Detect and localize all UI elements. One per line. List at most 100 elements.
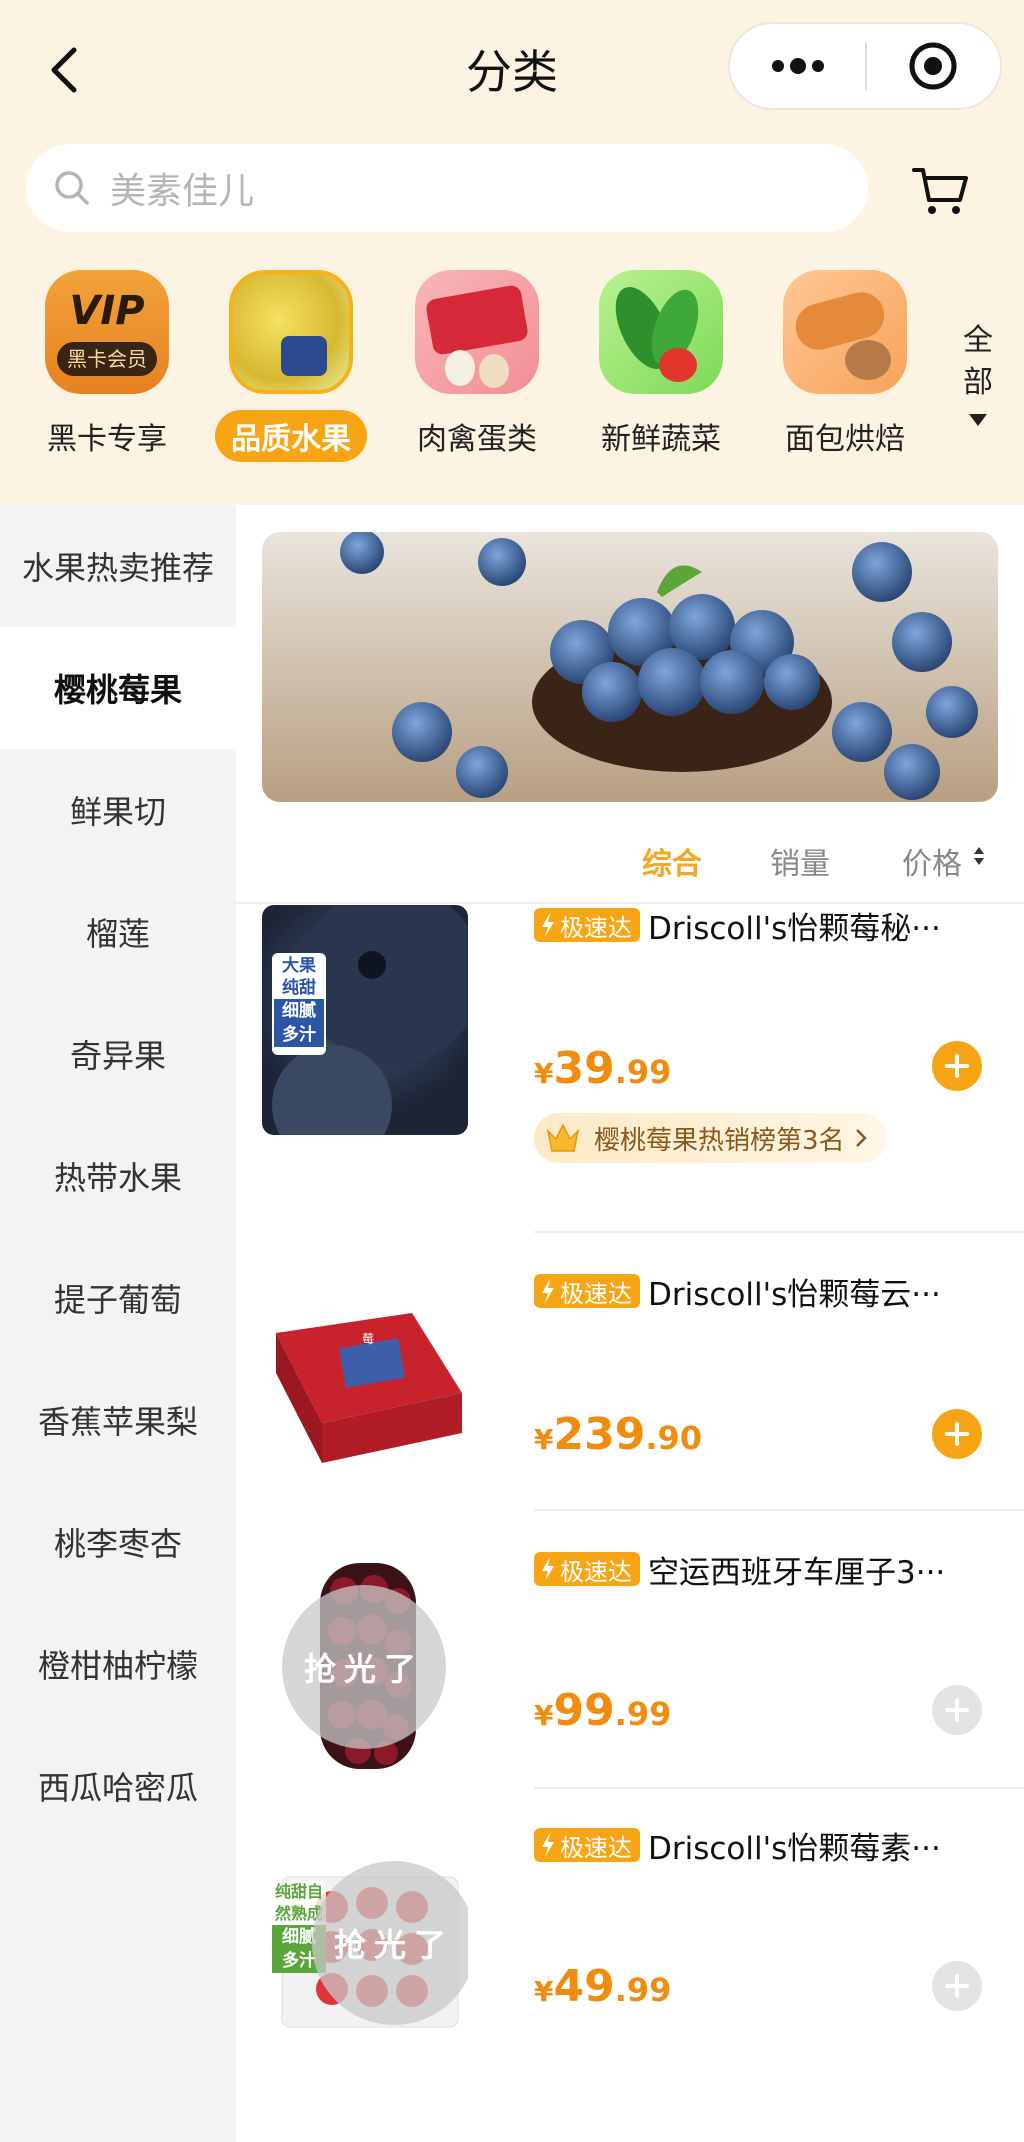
all-categories-button[interactable]: 全 部 [958, 320, 998, 426]
express-label: 极速达 [560, 913, 632, 942]
sidebar-item-tropical[interactable]: 热带水果 [0, 1115, 236, 1237]
sort-overall[interactable]: 综合 [642, 839, 702, 883]
sidebar-item-citrus[interactable]: 橙柑柚柠檬 [0, 1603, 236, 1725]
sidebar-item-label: 西瓜哈密瓜 [37, 1769, 198, 1807]
product-image: 大果 纯甜 细腻 多汁 [262, 905, 468, 1135]
badge-text: 多汁 [274, 1023, 324, 1047]
sold-out-overlay: 抢光了 [282, 1585, 446, 1749]
divider [534, 1509, 1024, 1511]
category-fruit[interactable]: 品质水果 [206, 270, 376, 462]
plus-icon [945, 1054, 969, 1078]
price-integer: 99 [553, 1685, 615, 1736]
sidebar-item-berries[interactable]: 樱桃莓果 [0, 627, 236, 749]
price-decimal: .90 [645, 1419, 703, 1457]
crown-icon [546, 1123, 580, 1152]
add-to-cart-button-disabled[interactable] [932, 1961, 982, 2011]
divider [534, 1231, 1024, 1233]
price-integer: 39 [553, 1043, 615, 1094]
product-name: Driscoll's怡颗莓素··· [648, 1830, 941, 1867]
mini-program-capsule [728, 22, 1002, 110]
category-sidebar: 水果热卖推荐 樱桃莓果 鲜果切 榴莲 奇异果 热带水果 提子葡萄 香蕉苹果梨 桃… [0, 505, 236, 2142]
product-image: 莓 [262, 1273, 468, 1503]
sidebar-item-hot[interactable]: 水果热卖推荐 [0, 505, 236, 627]
sidebar-item-banana-apple[interactable]: 香蕉苹果梨 [0, 1359, 236, 1481]
search-input[interactable]: 美素佳儿 [26, 144, 868, 232]
plus-icon [945, 1974, 969, 1998]
express-badge: 极速达 [534, 1552, 640, 1586]
category-meat[interactable]: 肉禽蛋类 [392, 270, 562, 462]
sidebar-item-melon[interactable]: 西瓜哈密瓜 [0, 1725, 236, 1847]
express-label: 极速达 [560, 1557, 632, 1586]
vip-card-icon: VIP 黑卡会员 [45, 270, 169, 394]
category-label: 品质水果 [215, 410, 367, 462]
price-currency: ¥ [534, 1423, 554, 1456]
add-to-cart-button[interactable] [932, 1041, 982, 1091]
lightning-icon [542, 1279, 554, 1303]
plus-icon [945, 1698, 969, 1722]
product-name: 空运西班牙车厘子3··· [648, 1554, 946, 1591]
sidebar-item-kiwi[interactable]: 奇异果 [0, 993, 236, 1115]
blueberry-banner[interactable] [262, 532, 998, 802]
lightning-icon [542, 1833, 554, 1857]
sidebar-item-grapes[interactable]: 提子葡萄 [0, 1237, 236, 1359]
product-price: ¥39.99 [534, 1043, 671, 1094]
add-to-cart-button[interactable] [932, 1409, 982, 1459]
badge-text: 大果 [274, 955, 324, 977]
sort-sales[interactable]: 销量 [770, 839, 830, 883]
sidebar-item-label: 提子葡萄 [53, 1281, 182, 1319]
all-label-2: 部 [963, 365, 993, 400]
all-label-1: 全 [963, 323, 993, 358]
price-currency: ¥ [534, 1975, 554, 2008]
cart-icon[interactable] [910, 160, 972, 222]
product-name: Driscoll's怡颗莓秘··· [648, 910, 941, 947]
product-title-row: 极速达 Driscoll's怡颗莓云··· [534, 1269, 1004, 1313]
sort-price[interactable]: 价格 [902, 839, 962, 883]
category-strip: VIP 黑卡会员 黑卡专享 品质水果 肉禽蛋类 新鲜蔬菜 面包烘焙 全 部 [0, 270, 1024, 490]
header-area: 分类 美素佳儿 VIP 黑卡会员 黑卡专享 品质水果 肉禽蛋类 新鲜蔬菜 面包烘… [0, 0, 1024, 505]
sidebar-item-label: 樱桃莓果 [53, 671, 182, 709]
sort-bar: 综合 销量 价格 [236, 825, 1024, 895]
sidebar-item-label: 水果热卖推荐 [21, 549, 214, 587]
badge-text: 细腻 [274, 999, 324, 1023]
product-title-row: 极速达 空运西班牙车厘子3··· [534, 1547, 1004, 1591]
product-price: ¥99.99 [534, 1685, 671, 1736]
category-label: 肉禽蛋类 [417, 422, 537, 457]
ranking-badge[interactable]: 樱桃莓果热销榜第3名 [534, 1113, 887, 1163]
search-icon [55, 171, 89, 205]
lightning-icon [542, 1557, 554, 1581]
sidebar-item-cut-fruit[interactable]: 鲜果切 [0, 749, 236, 871]
category-label: 黑卡专享 [47, 422, 167, 457]
price-decimal: .99 [614, 1053, 672, 1091]
product-price: ¥239.90 [534, 1409, 702, 1460]
more-icon[interactable] [730, 24, 865, 108]
express-label: 极速达 [560, 1279, 632, 1308]
sidebar-item-label: 奇异果 [69, 1037, 166, 1075]
price-decimal: .99 [614, 1695, 672, 1733]
price-integer: 239 [553, 1409, 646, 1460]
add-to-cart-button-disabled[interactable] [932, 1685, 982, 1735]
express-badge: 极速达 [534, 908, 640, 942]
price-decimal: .99 [614, 1971, 672, 2009]
sold-out-overlay: 抢光了 [312, 1861, 468, 2025]
price-integer: 49 [553, 1961, 615, 2012]
sidebar-item-peach-plum[interactable]: 桃李枣杏 [0, 1481, 236, 1603]
category-label: 面包烘焙 [785, 422, 905, 457]
sidebar-item-label: 桃李枣杏 [53, 1525, 182, 1563]
sort-arrows-icon [974, 847, 984, 865]
category-vegetable[interactable]: 新鲜蔬菜 [576, 270, 746, 462]
durian-fruit-icon [229, 270, 353, 394]
product-image: 纯甜自 然熟成 细腻 多汁 抢光了 [262, 1827, 468, 2057]
close-target-icon[interactable] [867, 24, 1000, 108]
product-name: Driscoll's怡颗莓云··· [648, 1276, 941, 1313]
sidebar-item-label: 香蕉苹果梨 [37, 1403, 198, 1441]
price-currency: ¥ [534, 1057, 554, 1090]
sidebar-item-label: 橙柑柚柠檬 [37, 1647, 198, 1685]
sidebar-item-durian[interactable]: 榴莲 [0, 871, 236, 993]
sidebar-item-label: 鲜果切 [69, 793, 166, 831]
product-title-row: 极速达 Driscoll's怡颗莓秘··· [534, 903, 1004, 947]
category-bread[interactable]: 面包烘焙 [760, 270, 930, 462]
product-image: 抢光了 [262, 1551, 468, 1781]
category-vip[interactable]: VIP 黑卡会员 黑卡专享 [22, 270, 192, 462]
vegetable-icon [599, 270, 723, 394]
express-label: 极速达 [560, 1833, 632, 1862]
